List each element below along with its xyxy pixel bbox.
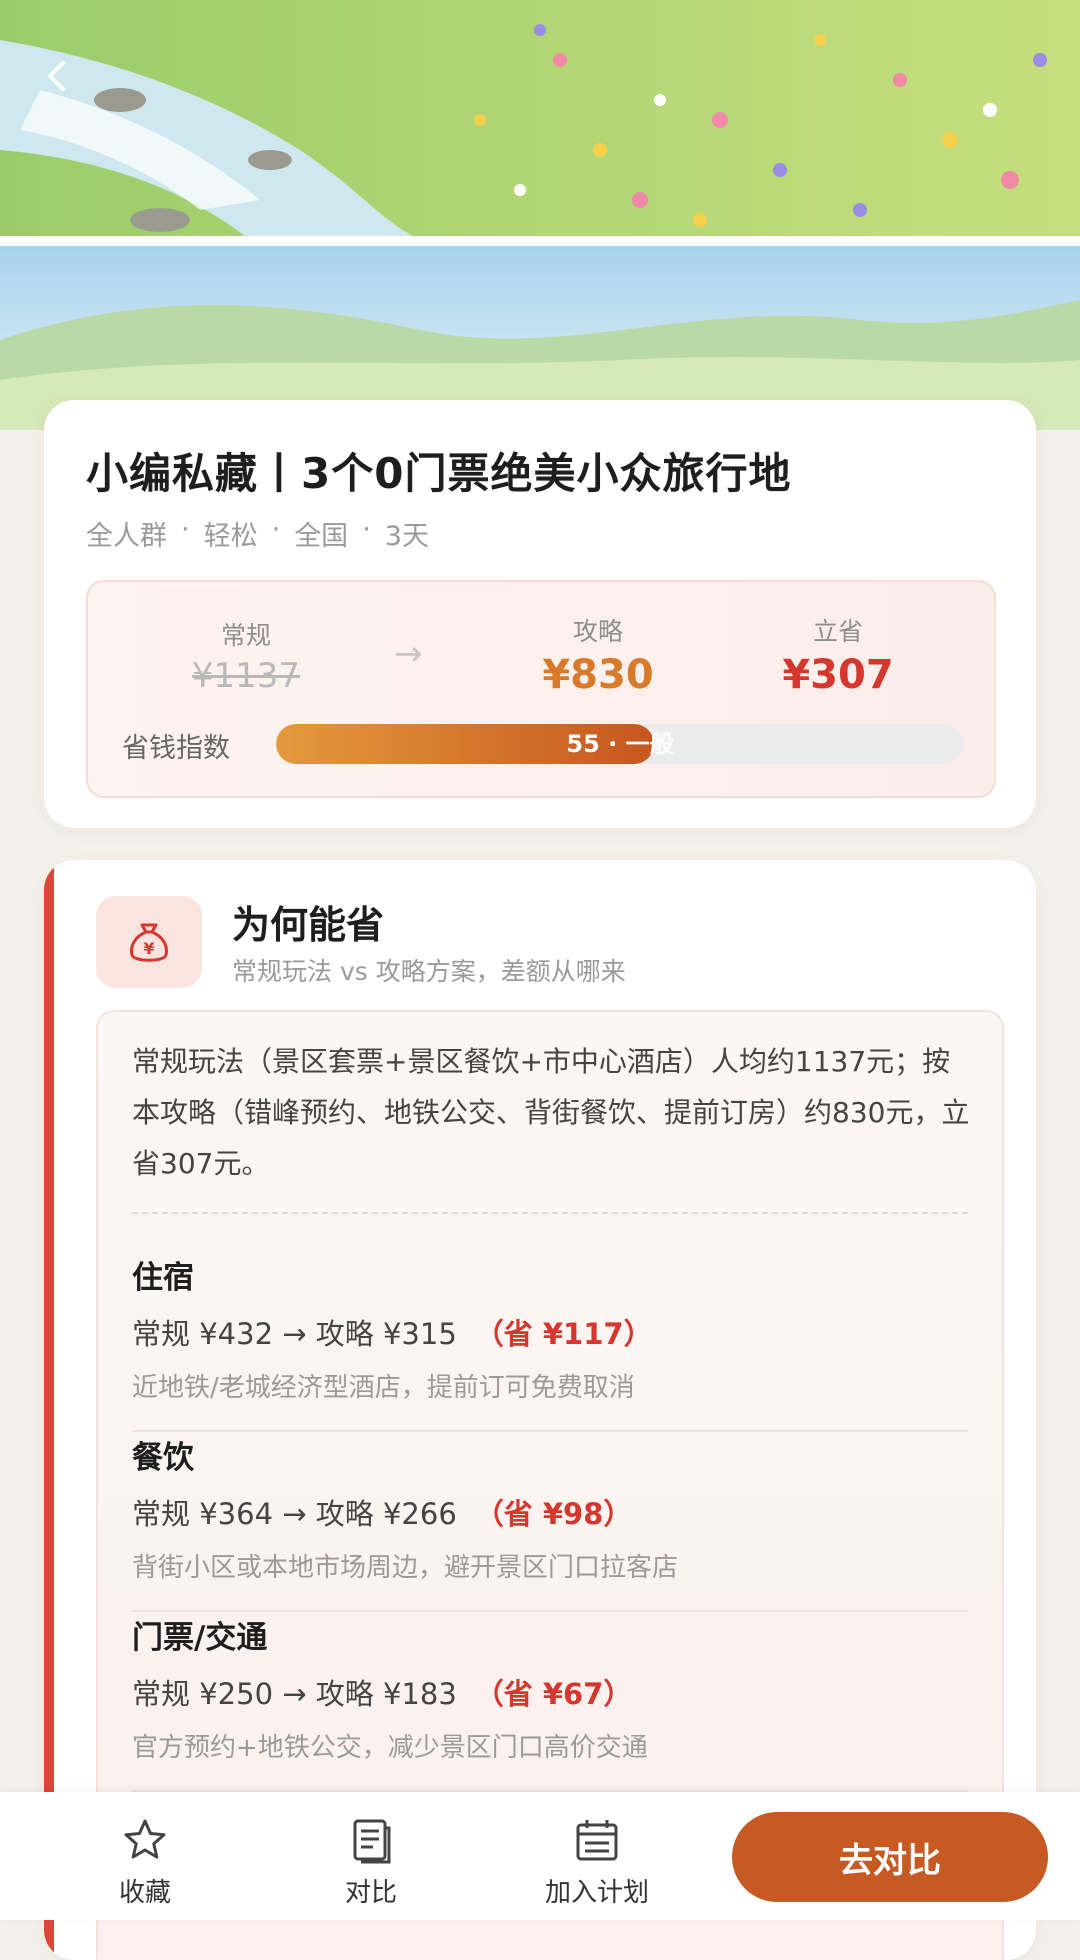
breakdown-item-name: 餐饮 <box>132 1440 194 1476</box>
favorite-button[interactable]: 收藏 <box>70 1814 220 1909</box>
save-amount: （省 ¥67） <box>474 1677 633 1711</box>
arrow-right-icon: → <box>394 634 423 674</box>
section-title: 为何能省 <box>232 903 385 947</box>
breakdown-item-lodging: 住宿 常规 ¥432 → 攻略 ¥315 （省 ¥117） 近地铁/老城经济型酒店… <box>132 1252 972 1432</box>
page-title: 小编私藏丨3个0门票绝美小众旅行地 <box>86 449 792 498</box>
breakdown-item-note: 背街小区或本地市场周边，避开景区门口拉客店 <box>132 1553 679 1583</box>
back-button[interactable] <box>26 44 90 108</box>
hero-illustration <box>0 0 1080 430</box>
plan-price-label: 攻略 <box>572 617 623 646</box>
save-amount: （省 ¥117） <box>474 1317 653 1351</box>
compare-text: 常规 ¥250 → 攻略 ¥183 <box>132 1677 457 1711</box>
savings-index-label: 省钱指数 <box>122 733 230 764</box>
document-icon <box>296 1814 446 1866</box>
hero-banner <box>0 0 1080 430</box>
regular-price: 常规 ¥1137 <box>166 616 326 696</box>
favorite-label: 收藏 <box>118 1878 171 1908</box>
tag-separator: · <box>271 514 281 545</box>
savings-index-bar: 55 · 一般 <box>276 724 964 764</box>
summary-card: 小编私藏丨3个0门票绝美小众旅行地 全人群 · 轻松 · 全国 · 3天 常规 … <box>44 400 1036 828</box>
breakdown-item-note: 近地铁/老城经济型酒店，提前订可免费取消 <box>132 1373 635 1403</box>
savings-index-text: 55 · 一般 <box>566 730 674 758</box>
savings-label: 立省 <box>812 617 863 646</box>
calendar-icon <box>522 1814 672 1866</box>
breakdown-item-compare: 常规 ¥364 → 攻略 ¥266 （省 ¥98） <box>132 1491 972 1533</box>
add-to-plan-label: 加入计划 <box>544 1878 649 1908</box>
section-subtitle: 常规玩法 vs 攻略方案，差额从哪来 <box>232 957 626 986</box>
plan-price: 攻略 ¥830 <box>498 612 698 698</box>
breakdown-item-compare: 常规 ¥250 → 攻略 ¥183 （省 ¥67） <box>132 1671 972 1713</box>
why-save-icon-box: ¥ <box>96 896 202 988</box>
plan-price-value: ¥830 <box>542 652 654 698</box>
tag-audience: 全人群 <box>86 521 167 552</box>
bottom-action-bar: 收藏 对比 加入计划 去对比 <box>0 1792 1080 1920</box>
price-comparison: 常规 ¥1137 → 攻略 ¥830 立省 ¥307 省钱指数 55 · 一般 <box>86 580 996 798</box>
regular-price-label: 常规 <box>220 621 271 650</box>
money-bag-icon: ¥ <box>130 923 168 962</box>
compare-tab-label: 对比 <box>344 1878 397 1908</box>
add-to-plan-button[interactable]: 加入计划 <box>522 1814 672 1909</box>
breakdown-item-compare: 常规 ¥432 → 攻略 ¥315 （省 ¥117） <box>132 1311 972 1353</box>
breakdown-item-name: 门票/交通 <box>132 1620 268 1656</box>
compare-text: 常规 ¥364 → 攻略 ¥266 <box>132 1497 457 1531</box>
tag-intensity: 轻松 <box>203 521 258 552</box>
compare-tab-button[interactable]: 对比 <box>296 1814 446 1909</box>
tag-region: 全国 <box>294 521 349 552</box>
tag-duration: 3天 <box>384 521 429 552</box>
tag-separator: · <box>181 514 190 545</box>
savings: 立省 ¥307 <box>738 612 938 698</box>
breakdown-item-dining: 餐饮 常规 ¥364 → 攻略 ¥266 （省 ¥98） 背街小区或本地市场周边，… <box>132 1432 972 1612</box>
savings-value: ¥307 <box>782 652 894 698</box>
tag-separator: · <box>362 514 371 545</box>
tag-list: 全人群 · 轻松 · 全国 · 3天 <box>86 514 429 553</box>
compare-text: 常规 ¥432 → 攻略 ¥315 <box>132 1317 457 1351</box>
breakdown-item-tickets-transport: 门票/交通 常规 ¥250 → 攻略 ¥183 （省 ¥67） 官方预约+地铁公交… <box>132 1612 972 1792</box>
go-compare-button[interactable]: 去对比 <box>732 1812 1048 1902</box>
breakdown-item-note: 官方预约+地铁公交，减少景区门口高价交通 <box>132 1733 648 1763</box>
chevron-left-icon <box>48 61 65 91</box>
dashed-divider <box>132 1212 968 1214</box>
savings-summary-text: 常规玩法（景区套票+景区餐饮+市中心酒店）人均约1137元；按本攻略（错峰预约、… <box>132 1045 970 1180</box>
regular-price-value: ¥1137 <box>191 656 301 696</box>
save-amount: （省 ¥98） <box>474 1497 633 1531</box>
svg-text:¥: ¥ <box>143 939 154 958</box>
breakdown-item-name: 住宿 <box>132 1260 194 1296</box>
star-icon <box>70 1814 220 1866</box>
